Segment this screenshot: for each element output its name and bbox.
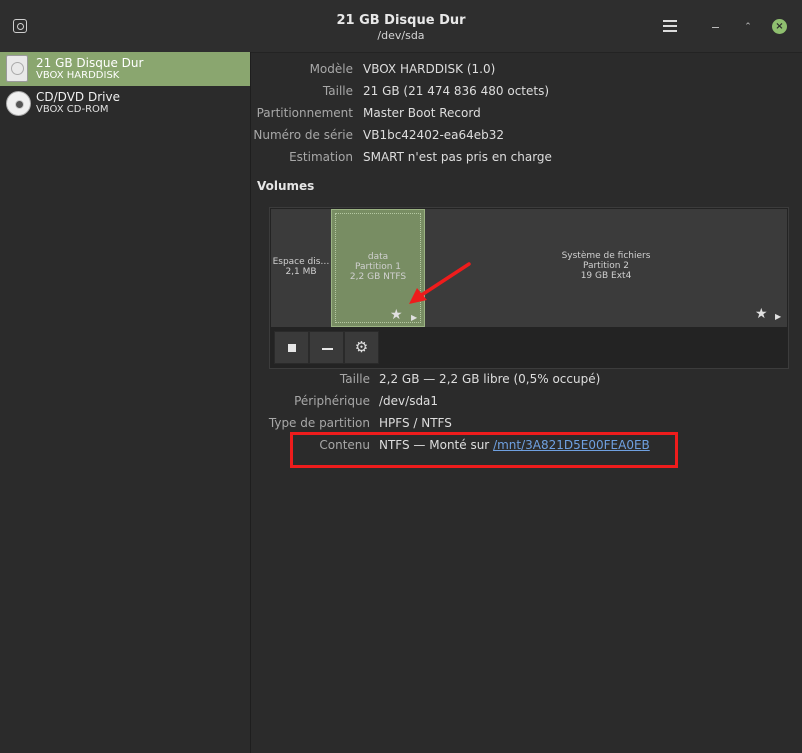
optical-disc-icon <box>6 91 31 116</box>
volume-size: 19 GB Ext4 <box>580 271 632 281</box>
property-label: Numéro de série <box>253 128 353 142</box>
play-icon: ▶ <box>411 313 418 322</box>
property-label: Taille <box>339 372 370 386</box>
property-label: Estimation <box>289 150 353 164</box>
property-row: Partitionnement Master Boot Record <box>251 104 802 122</box>
property-value: /dev/sda1 <box>379 394 439 408</box>
volumes-heading: Volumes <box>257 179 315 193</box>
window-title-block: 21 GB Disque Dur /dev/sda <box>0 13 802 42</box>
drive-details-panel: Modèle VBOX HARDDISK (1.0) Taille 21 GB … <box>251 52 802 753</box>
volume-label: Système de fichiers <box>561 251 651 261</box>
volume-detail-row: Type de partition HPFS / NTFS <box>251 414 802 432</box>
volume-label: Espace dis… <box>272 257 330 267</box>
maximize-button[interactable]: ⌃ <box>741 20 755 34</box>
annotation-highlight-box <box>290 432 678 468</box>
property-label: Partitionnement <box>256 106 353 120</box>
property-row: Taille 21 GB (21 474 836 480 octets) <box>251 82 802 100</box>
volume-map-frame: Espace dis… 2,1 MB data Partition 1 2,2 … <box>269 207 789 369</box>
property-label: Modèle <box>309 62 353 76</box>
property-value: SMART n'est pas pris en charge <box>363 150 552 164</box>
volume-partition-2[interactable]: Système de fichiers Partition 2 19 GB Ex… <box>425 209 787 327</box>
delete-partition-button[interactable] <box>309 331 344 364</box>
title-bar: 21 GB Disque Dur /dev/sda ⌃ × <box>0 0 802 53</box>
minimize-button[interactable] <box>709 20 723 34</box>
close-button[interactable]: × <box>772 19 787 34</box>
drive-item-cdrom[interactable]: CD/DVD Drive VBOX CD-ROM <box>0 86 250 120</box>
property-row: Modèle VBOX HARDDISK (1.0) <box>251 60 802 78</box>
annotation-arrow <box>409 262 471 304</box>
property-value: 2,2 GB — 2,2 GB libre (0,5% occupé) <box>379 372 601 386</box>
drive-model: VBOX CD-ROM <box>36 104 109 115</box>
window-title: 21 GB Disque Dur <box>336 13 466 28</box>
property-label: Type de partition <box>268 416 370 430</box>
property-value: VB1bc42402-ea64eb32 <box>363 128 505 142</box>
volume-map: Espace dis… 2,1 MB data Partition 1 2,2 … <box>271 209 787 327</box>
property-row: Estimation SMART n'est pas pris en charg… <box>251 148 802 166</box>
gear-icon[interactable]: ⚙ <box>344 331 379 364</box>
drive-list: 21 GB Disque Dur VBOX HARDDISK CD/DVD Dr… <box>0 52 251 753</box>
unmount-button[interactable] <box>274 331 309 364</box>
star-icon: ★ <box>755 306 768 322</box>
drive-name: 21 GB Disque Dur <box>36 56 144 70</box>
volume-detail-row: Taille 2,2 GB — 2,2 GB libre (0,5% occup… <box>251 370 802 388</box>
volume-free-space[interactable]: Espace dis… 2,1 MB <box>271 209 332 327</box>
drive-item-harddisk[interactable]: 21 GB Disque Dur VBOX HARDDISK <box>0 52 250 86</box>
property-label: Taille <box>322 84 353 98</box>
property-value: VBOX HARDDISK (1.0) <box>363 62 496 76</box>
property-value: HPFS / NTFS <box>379 416 452 430</box>
property-value: 21 GB (21 474 836 480 octets) <box>363 84 550 98</box>
drive-model: VBOX HARDDISK <box>36 70 120 81</box>
volume-size: 2,1 MB <box>285 267 317 277</box>
hard-disk-icon <box>6 55 28 82</box>
volume-partition: Partition 2 <box>582 261 630 271</box>
play-icon: ▶ <box>775 312 782 321</box>
menu-icon[interactable] <box>663 20 677 32</box>
property-value: Master Boot Record <box>363 106 481 120</box>
window-subtitle: /dev/sda <box>377 29 425 42</box>
star-icon: ★ <box>390 307 403 323</box>
drive-name: CD/DVD Drive <box>36 90 120 104</box>
volume-detail-row: Périphérique /dev/sda1 <box>251 392 802 410</box>
property-label: Périphérique <box>294 394 370 408</box>
property-row: Numéro de série VB1bc42402-ea64eb32 <box>251 126 802 144</box>
